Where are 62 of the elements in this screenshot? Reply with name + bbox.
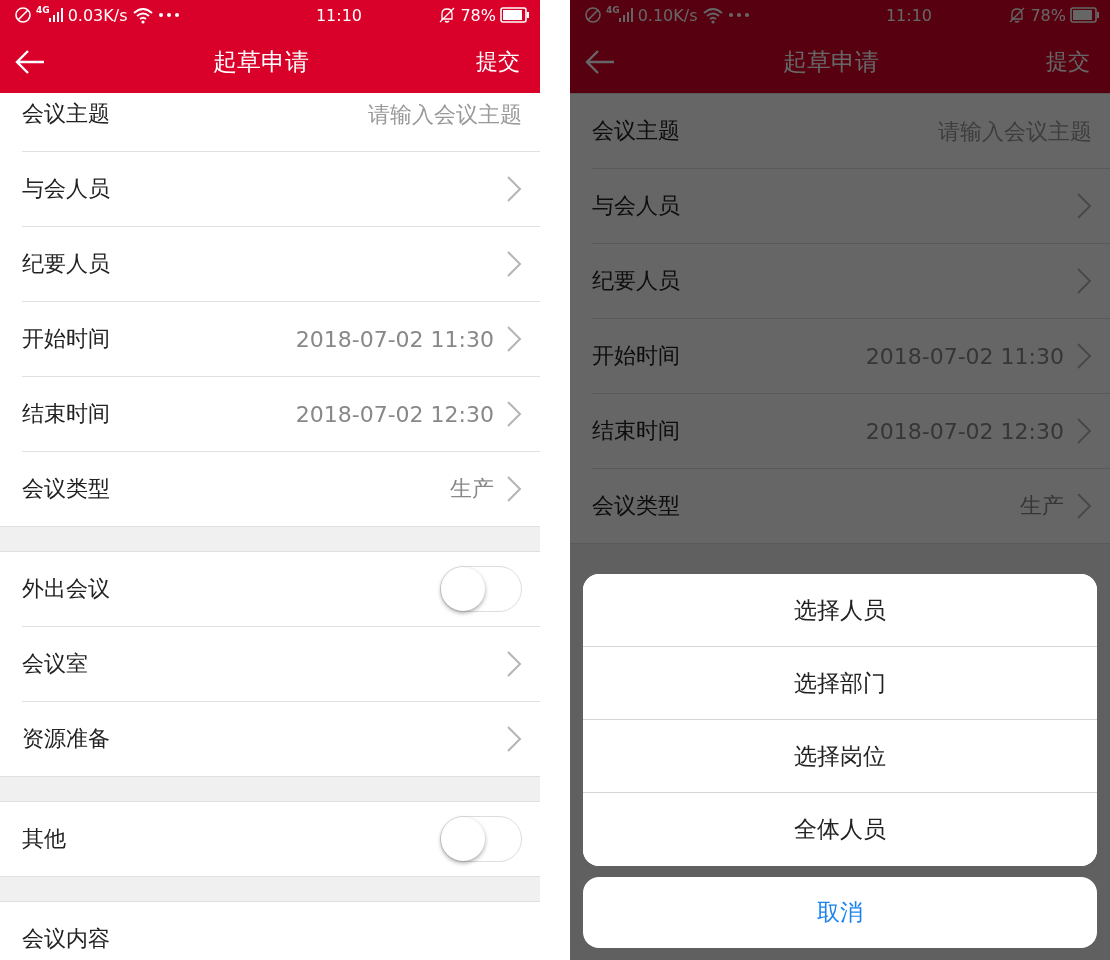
page-title: 起草申请: [213, 46, 309, 78]
chevron-right-icon: [1076, 342, 1092, 370]
toggle-switch[interactable]: [440, 816, 522, 862]
field-label: 会议主题: [592, 117, 680, 145]
chevron-right-icon: [506, 725, 522, 753]
field-label: 会议室: [22, 650, 88, 678]
sheet-option[interactable]: 选择人员: [583, 574, 1097, 647]
field-label: 其他: [22, 825, 66, 853]
back-arrow-icon[interactable]: [14, 48, 46, 75]
battery-icon: [1070, 7, 1100, 23]
battery-percent: 78%: [460, 5, 496, 25]
bell-off-icon: [438, 6, 457, 24]
field-label: 外出会议: [22, 575, 110, 603]
chevron-right-icon: [506, 325, 522, 353]
field-label: 纪要人员: [592, 267, 680, 295]
chevron-right-icon: [1076, 192, 1092, 220]
field-value: 生产: [450, 475, 494, 503]
signal-icon: [617, 7, 634, 23]
chevron-right-icon: [1076, 417, 1092, 445]
wifi-icon: [701, 6, 724, 24]
field-label: 与会人员: [22, 175, 110, 203]
page-title: 起草申请: [783, 46, 879, 78]
field-value: 2018-07-02 11:30: [295, 326, 494, 352]
battery-percent: 78%: [1030, 5, 1066, 25]
cancel-button[interactable]: 取消: [583, 877, 1097, 948]
back-arrow-icon[interactable]: [584, 48, 616, 75]
toggle-switch[interactable]: [440, 566, 522, 612]
field-label: 纪要人员: [22, 250, 110, 278]
more-icon: [727, 12, 750, 18]
field-value: 2018-07-02 12:30: [295, 401, 494, 427]
chevron-right-icon: [506, 650, 522, 678]
field-label: 会议类型: [22, 475, 110, 503]
field-label: 结束时间: [22, 400, 110, 428]
battery-icon: [500, 7, 530, 23]
clock: 11:10: [314, 5, 362, 25]
field-label: 结束时间: [592, 417, 680, 445]
no-sign-icon: [584, 6, 602, 24]
more-icon: [157, 12, 180, 18]
field-label: 会议类型: [592, 492, 680, 520]
chevron-right-icon: [1076, 492, 1092, 520]
field-label: 资源准备: [22, 725, 110, 753]
network-speed: 0.10K/s: [637, 5, 698, 25]
chevron-right-icon: [506, 250, 522, 278]
chevron-right-icon: [506, 475, 522, 503]
network-type: 4G: [36, 5, 50, 15]
field-label: 开始时间: [22, 325, 110, 353]
network-type: 4G: [606, 5, 620, 15]
bell-off-icon: [1008, 6, 1027, 24]
no-sign-icon: [14, 6, 32, 24]
field-label: 会议主题: [22, 100, 110, 128]
signal-icon: [47, 7, 64, 23]
network-speed: 0.03K/s: [67, 5, 128, 25]
wifi-icon: [131, 6, 154, 24]
field-label: 会议内容: [22, 925, 110, 953]
chevron-right-icon: [506, 400, 522, 428]
field-label: 开始时间: [592, 342, 680, 370]
chevron-right-icon: [506, 175, 522, 203]
submit-button[interactable]: 提交: [476, 46, 520, 77]
chevron-right-icon: [1076, 267, 1092, 295]
clock: 11:10: [884, 5, 932, 25]
input-field[interactable]: 请输入会议主题: [110, 101, 522, 127]
field-label: 与会人员: [592, 192, 680, 220]
